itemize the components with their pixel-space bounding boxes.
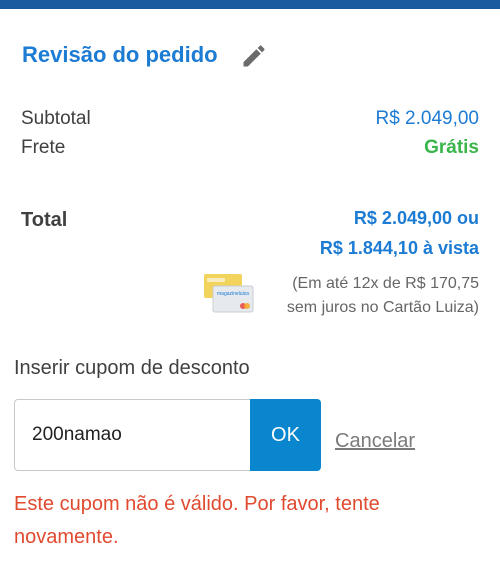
subtotal-value: R$ 2.049,00 [375,108,479,129]
magazine-luiza-cards-icon: magazineluiza [204,274,254,313]
pencil-icon[interactable] [240,42,268,70]
coupon-input[interactable] [14,399,251,471]
installment-line-2: sem juros no Cartão Luiza) [286,299,479,316]
shipping-label: Frete [21,137,66,158]
shipping-value: Grátis [424,137,479,158]
ok-button[interactable]: OK [250,399,321,471]
cancel-link[interactable]: Cancelar [335,430,415,453]
page-title: Revisão do pedido [22,42,218,67]
installment-line-1: (Em até 12x de R$ 170,75 [292,275,479,292]
total-label: Total [21,209,68,231]
coupon-error-message: Este cupom não é válido. Por favor, tent… [14,493,380,548]
total-cash-price: R$ 1.844,10 à vista [319,238,479,258]
installment-note: (Em até 12x de R$ 170,75 sem juros no Ca… [287,272,479,320]
total-price: R$ 2.049,00 ou [353,208,479,228]
coupon-label: Inserir cupom de desconto [14,357,250,379]
subtotal-label: Subtotal [21,108,91,129]
top-bar [0,0,500,9]
card-brand-text: magazineluiza [217,291,249,297]
